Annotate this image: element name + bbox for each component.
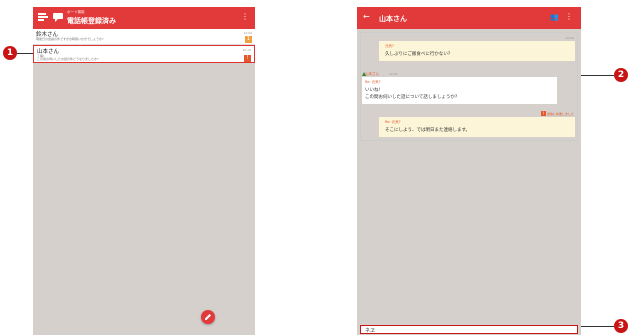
error-badge: ! [540, 111, 546, 116]
chat-thread-screen: ← 山本さん 👥 ⋮ 10:00 元気? 久しぶりにご飯食べに行かない? 山本さ… [357, 7, 581, 335]
message-text: 久しぶりにご飯食べに行かない? [385, 52, 451, 57]
conversation-item-suzuki[interactable]: 鈴木さん 明後日の会議の件ですがお時間いかがでしょうか? 12:00 1 [33, 29, 255, 45]
message-quote: Re: 元気? [365, 80, 381, 84]
callout-2-leader-line [581, 75, 614, 76]
callout-1: 1 [3, 46, 17, 60]
compose-button[interactable] [201, 310, 215, 324]
conversation-item-yamamoto[interactable]: 山本さん 了解! この間お伺いしたお話の件どうなりましたか? 10:10 ! [33, 45, 255, 63]
message-text-line-2: この間お伺いした話について話しましょうか? [365, 95, 458, 100]
page-title: 電話帳登録済み [67, 17, 116, 25]
outgoing-message-1[interactable]: 元気? 久しぶりにご飯食べに行かない? [379, 41, 575, 61]
callout-2: 2 [614, 68, 628, 82]
message-input[interactable]: ネヱ [360, 325, 578, 334]
back-arrow-icon[interactable]: ← [363, 12, 370, 21]
conversation-list-screen: ボード機能 電話帳登録済み ⋮ 鈴木さん 明後日の会議の件ですがお時間いかがでし… [33, 7, 255, 335]
incoming-message[interactable]: Re: 元気? いいね! この間お伺いした話について話しましょうか? [362, 77, 557, 104]
message-text-line-1: いいね! [365, 88, 381, 93]
overflow-menu-icon[interactable]: ⋮ [241, 12, 249, 21]
message-input-value: ネヱ [365, 328, 376, 334]
send-failed-text: 送信に失敗しました [546, 112, 574, 116]
list-app-bar: ボード機能 電話帳登録済み ⋮ [33, 7, 255, 29]
message-time: 12:00 [243, 31, 252, 35]
chat-app-bar: ← 山本さん 👥 ⋮ [357, 7, 581, 29]
callout-1-leader-line [17, 53, 33, 54]
callout-3: 3 [614, 319, 628, 333]
message-area: 10:00 元気? 久しぶりにご飯食べに行かない? 山本さん 10:05 Re:… [360, 32, 578, 141]
header-sub-label: ボード機能 [67, 10, 85, 14]
pencil-icon [205, 314, 211, 320]
app-logo-icon [38, 13, 48, 21]
message-preview: 明後日の会議の件ですがお時間いかがでしょうか? [36, 37, 104, 41]
screenshot-page: ボード機能 電話帳登録済み ⋮ 鈴木さん 明後日の会議の件ですがお時間いかがでし… [0, 0, 629, 335]
error-badge: ! [244, 55, 251, 62]
outgoing-message-2[interactable]: Re: 元気? そこにしよう、では明日また連絡します。 [379, 117, 575, 137]
unread-badge: 1 [245, 36, 252, 43]
message-time: 10:10 [242, 48, 251, 52]
callout-3-leader-line [581, 326, 614, 327]
people-icon[interactable]: 👥 [550, 13, 559, 21]
chat-icon [53, 13, 63, 22]
sender-time: 10:05 [389, 72, 398, 76]
message-quote: Re: 元気? [385, 120, 401, 124]
message-preview-2: この間お伺いしたお話の件どうなりましたか? [37, 57, 99, 61]
chat-title: 山本さん [379, 15, 407, 23]
message-quote: 元気? [385, 44, 394, 48]
message-text: そこにしよう、では明日また連絡します。 [385, 128, 471, 133]
overflow-menu-icon[interactable]: ⋮ [565, 12, 573, 21]
send-failed-notice[interactable]: ! 送信に失敗しました [540, 111, 574, 116]
message-timestamp: 10:00 [565, 36, 574, 40]
